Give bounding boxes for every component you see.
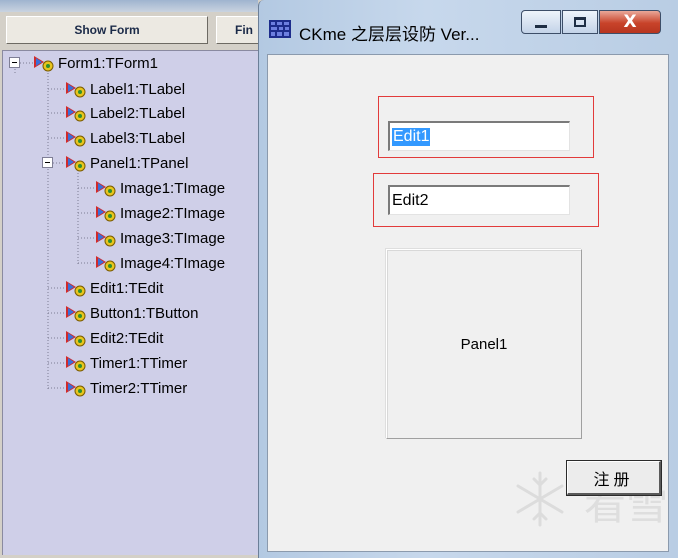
tree-item-label: Label1:TLabel	[90, 80, 186, 98]
tree-item-button1[interactable]: Button1:TButton	[65, 303, 198, 323]
tree-item-label1[interactable]: Label1:TLabel	[65, 79, 185, 99]
tree-item-edit2[interactable]: Edit2:TEdit	[65, 328, 163, 348]
component-icon	[96, 231, 116, 247]
form-client-area: Edit1 Edit2 Panel1 看雪 注册	[267, 54, 669, 552]
component-icon	[66, 106, 86, 122]
tree-item-label3[interactable]: Label3:TLabel	[65, 128, 185, 148]
tree-item-label: Label2:TLabel	[90, 104, 186, 122]
close-button[interactable]: X	[599, 10, 661, 34]
collapse-form1-icon[interactable]	[9, 57, 20, 68]
tree-item-label: Edit1:TEdit	[90, 279, 164, 297]
tree-item-label: Timer2:TTimer	[90, 379, 188, 397]
component-icon	[66, 356, 86, 372]
tree-item-label2[interactable]: Label2:TLabel	[65, 103, 185, 123]
window-title: CKme 之层层设防 Ver...	[299, 25, 480, 44]
tree-item-edit1[interactable]: Edit1:TEdit	[65, 278, 163, 298]
component-icon	[66, 82, 86, 98]
close-icon: X	[623, 12, 637, 32]
component-icon	[96, 181, 116, 197]
tree-item-image3[interactable]: Image3:TImage	[95, 228, 225, 248]
tree-item-panel1[interactable]: Panel1:TPanel	[65, 153, 188, 173]
component-icon	[66, 281, 86, 297]
maximize-icon	[574, 17, 586, 27]
component-icon	[66, 156, 86, 172]
tree-item-timer1[interactable]: Timer1:TTimer	[65, 353, 187, 373]
tree-item-image4[interactable]: Image4:TImage	[95, 253, 225, 273]
snowflake-icon	[516, 471, 564, 527]
component-inspector: Show Form Fin Form1:TForm1 Label1:TLabel…	[0, 0, 276, 558]
app-grid-icon	[269, 20, 291, 38]
minimize-button[interactable]	[521, 10, 561, 34]
component-tree[interactable]: Form1:TForm1 Label1:TLabel Label2:TLabel…	[2, 50, 258, 555]
screenshot-root: Show Form Fin Form1:TForm1 Label1:TLabel…	[0, 0, 678, 558]
tree-item-label: Image4:TImage	[120, 254, 226, 272]
component-icon	[96, 206, 116, 222]
minimize-icon	[535, 24, 547, 28]
form-window: CKme 之层层设防 Ver... X Edit1 Edit2 Panel1 看…	[258, 0, 678, 558]
panel1-caption: Panel1	[460, 335, 508, 353]
collapse-panel1-icon[interactable]	[42, 157, 53, 168]
component-icon	[66, 331, 86, 347]
edit2-input[interactable]: Edit2	[388, 185, 570, 215]
component-icon	[66, 131, 86, 147]
tree-item-label: Edit2:TEdit	[90, 329, 164, 347]
register-button[interactable]: 注册	[566, 460, 662, 496]
tree-item-label: Timer1:TTimer	[90, 354, 188, 372]
tree-item-label: Image2:TImage	[120, 204, 226, 222]
tree-item-timer2[interactable]: Timer2:TTimer	[65, 378, 187, 398]
edit1-selected-text: Edit1	[392, 127, 431, 146]
title-bar[interactable]: CKme 之层层设防 Ver... X	[259, 0, 678, 52]
tree-item-label: Image1:TImage	[120, 179, 226, 197]
tree-item-form1[interactable]: Form1:TForm1	[33, 53, 158, 73]
component-icon	[34, 56, 54, 72]
tree-item-label: Panel1:TPanel	[90, 154, 189, 172]
maximize-button[interactable]	[562, 10, 598, 34]
tree-item-label: Label3:TLabel	[90, 129, 186, 147]
component-icon	[66, 306, 86, 322]
component-icon	[66, 381, 86, 397]
tree-item-image2[interactable]: Image2:TImage	[95, 203, 225, 223]
edit1-input[interactable]: Edit1	[388, 121, 570, 151]
edit2-text: Edit2	[392, 191, 429, 209]
panel1: Panel1	[386, 249, 582, 439]
tree-item-label: Image3:TImage	[120, 229, 226, 247]
component-icon	[96, 256, 116, 272]
inspector-top-strip	[0, 0, 258, 12]
tree-item-label: Button1:TButton	[90, 304, 199, 322]
show-form-button[interactable]: Show Form	[6, 16, 208, 44]
tree-item-image1[interactable]: Image1:TImage	[95, 178, 225, 198]
tree-item-label: Form1:TForm1	[58, 54, 159, 72]
